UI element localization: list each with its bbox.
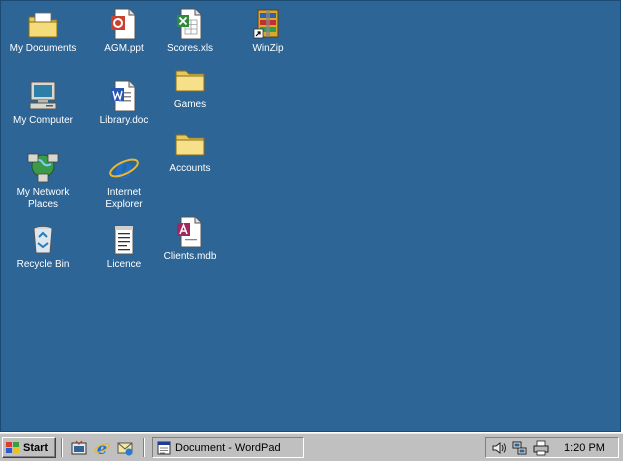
taskbar-button-wordpad[interactable]: Document - WordPad	[152, 437, 304, 458]
windows-logo-icon	[6, 441, 20, 454]
folder-icon	[173, 127, 207, 161]
desktop-icon-winzip[interactable]: WinZip	[229, 7, 307, 55]
desktop-icon-scores-xls[interactable]: Scores.xls	[151, 7, 229, 55]
svg-text:e: e	[115, 152, 133, 185]
computer-icon	[26, 79, 60, 113]
desktop-icon-label: My Network Places	[16, 187, 70, 210]
text-document-icon	[107, 223, 141, 257]
internet-explorer-icon[interactable]: e	[93, 439, 111, 457]
desktop-icon-label: Library.doc	[99, 115, 149, 126]
clock[interactable]: 1:20 PM	[564, 442, 605, 454]
start-button[interactable]: Start	[2, 437, 56, 458]
desktop-icon-my-network-places[interactable]: My Network Places	[4, 151, 82, 211]
taskbar-separator	[143, 438, 145, 457]
recycle-bin-icon	[26, 223, 60, 257]
desktop-icon-label: Recycle Bin	[16, 259, 70, 270]
network-places-icon	[26, 151, 60, 185]
desktop-icon-clients-mdb[interactable]: Clients.mdb	[151, 215, 229, 263]
desktop-icon-label: Games	[173, 99, 207, 110]
taskbar-button-label: Document - WordPad	[175, 441, 281, 454]
powerpoint-file-icon	[107, 7, 141, 41]
word-file-icon	[107, 79, 141, 113]
folder-documents-icon	[26, 7, 60, 41]
desktop-icon-label: Clients.mdb	[163, 251, 217, 262]
desktop-icon-label: Internet Explorer	[105, 187, 143, 210]
svg-text:e: e	[97, 439, 107, 457]
network-icon[interactable]	[512, 440, 528, 456]
desktop-icon-accounts[interactable]: Accounts	[151, 127, 229, 175]
access-file-icon	[173, 215, 207, 249]
desktop-icon-label: My Documents	[9, 43, 77, 54]
excel-file-icon	[173, 7, 207, 41]
desktop-icon-label: My Computer	[12, 115, 73, 126]
taskbar: Start e Document - WordPad 1:20 PM	[0, 433, 623, 461]
desktop-icon-label: WinZip	[252, 43, 284, 54]
desktop-icon-recycle-bin[interactable]: Recycle Bin	[4, 223, 82, 271]
desktop-icon-my-documents[interactable]: My Documents	[4, 7, 82, 55]
printer-icon[interactable]	[533, 440, 549, 456]
desktop-icon-label: Scores.xls	[166, 43, 214, 54]
outlook-express-icon[interactable]	[116, 439, 134, 457]
desktop: My Documents My Computer My Network Plac	[0, 0, 621, 432]
desktop-icon-games[interactable]: Games	[151, 63, 229, 111]
taskbar-separator	[61, 438, 63, 457]
folder-icon	[173, 63, 207, 97]
desktop-icon-my-computer[interactable]: My Computer	[4, 79, 82, 127]
winzip-icon	[251, 7, 285, 41]
wordpad-icon	[157, 441, 171, 455]
volume-icon[interactable]	[491, 440, 507, 456]
start-label: Start	[23, 441, 49, 454]
desktop-icon-label: Accounts	[169, 163, 211, 174]
system-tray: 1:20 PM	[485, 437, 619, 458]
show-desktop-icon[interactable]	[70, 439, 88, 457]
internet-explorer-icon: e	[107, 151, 141, 185]
